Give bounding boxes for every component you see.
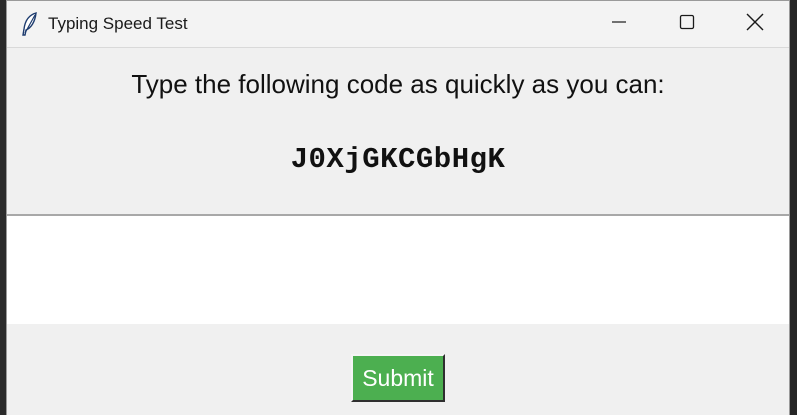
close-icon <box>746 13 764 36</box>
submit-button[interactable]: Submit <box>351 354 445 402</box>
app-window: Typing Speed Test Type the following cod… <box>6 0 790 415</box>
feather-icon <box>21 12 39 36</box>
desktop-edge <box>790 0 797 415</box>
typing-input[interactable] <box>7 214 789 324</box>
minimize-icon <box>611 14 627 35</box>
code-to-type: J0XjGKCGbHgK <box>290 143 506 176</box>
maximize-icon <box>679 14 695 35</box>
close-button[interactable] <box>721 1 789 47</box>
instruction-label: Type the following code as quickly as yo… <box>131 69 665 99</box>
minimize-button[interactable] <box>585 1 653 47</box>
maximize-button[interactable] <box>653 1 721 47</box>
title-bar[interactable]: Typing Speed Test <box>7 1 789 48</box>
window-title: Typing Speed Test <box>48 14 188 33</box>
